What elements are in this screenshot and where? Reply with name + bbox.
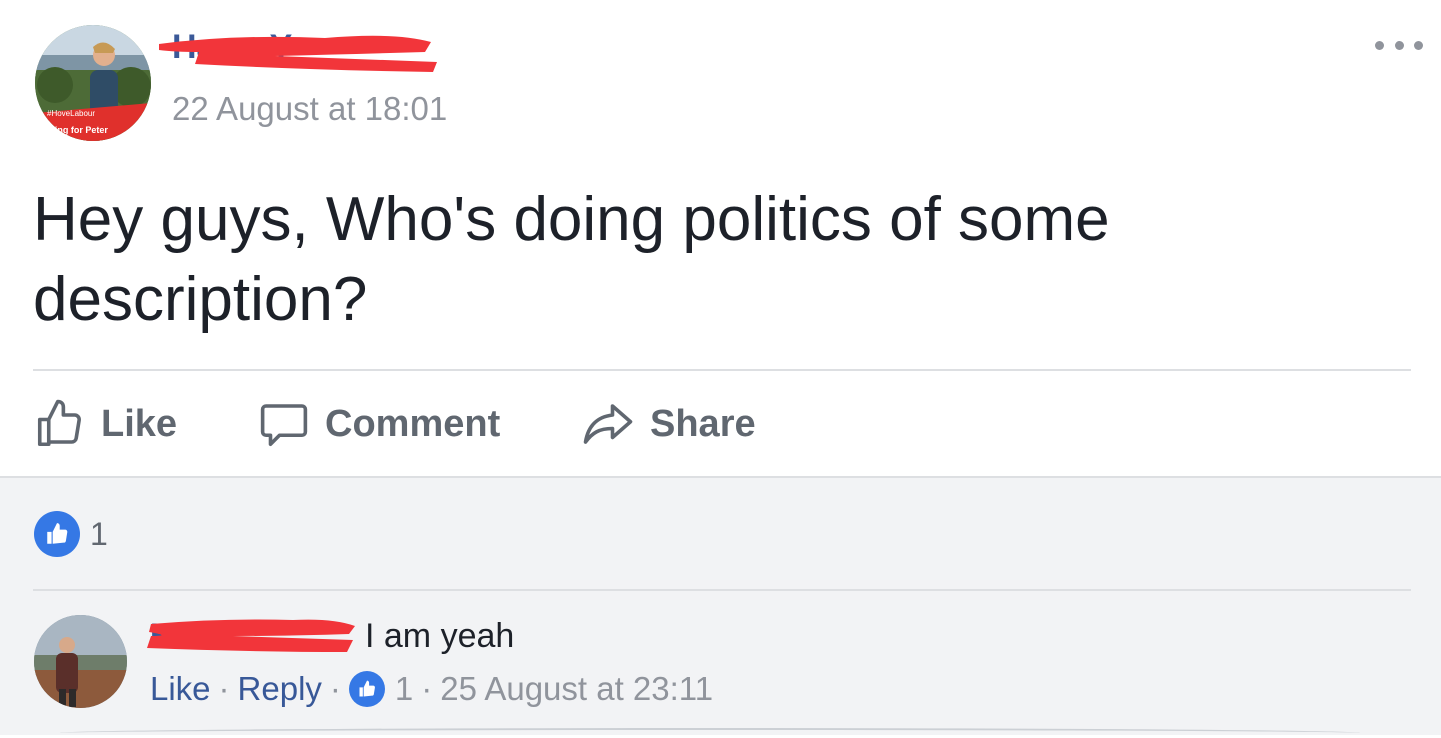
speech-bubble-icon — [260, 404, 308, 447]
post-text: Hey guys, Who's doing politics of some d… — [33, 185, 1110, 334]
separator-dot: · — [421, 670, 433, 707]
divider — [33, 369, 1411, 371]
thumbs-up-icon — [359, 680, 375, 697]
separator-dot: · — [329, 670, 341, 707]
share-button[interactable]: Share — [580, 392, 756, 456]
avatar-hashtag: #HoveLabour — [47, 109, 96, 118]
reaction-count: 1 — [90, 515, 108, 552]
thumbs-up-icon — [37, 399, 81, 447]
more-dot-icon — [1375, 40, 1384, 50]
comment-meta: Like · Reply · 1 · 25 August at 23:11 — [150, 670, 713, 708]
post-timestamp[interactable]: 22 August at 18:01 — [172, 90, 447, 128]
commenter-avatar-photo — [34, 615, 127, 708]
thumbs-up-icon — [47, 523, 68, 544]
redaction-mark — [159, 35, 437, 72]
like-reaction-icon — [34, 511, 80, 557]
comment-label: Comment — [325, 402, 501, 445]
comment-reply-link[interactable]: Reply — [238, 670, 322, 708]
comment-like-count: 1 — [394, 670, 414, 707]
share-label: Share — [650, 402, 756, 445]
comment-timestamp[interactable]: 25 August at 23:11 — [440, 670, 713, 708]
next-comment-edge — [60, 728, 1360, 738]
comment-button[interactable]: Comment — [257, 392, 500, 456]
author-avatar-photo — [35, 25, 151, 141]
reaction-summary[interactable]: 1 — [34, 511, 108, 557]
share-arrow-icon — [583, 404, 633, 444]
author-avatar[interactable]: #HoveLabour Voting for Peter — [35, 25, 151, 141]
commenter-avatar[interactable] — [34, 615, 127, 708]
more-dot-icon — [1414, 40, 1423, 50]
comment-like-link[interactable]: Like — [150, 670, 211, 708]
like-button[interactable]: Like — [33, 392, 177, 456]
comment-text: I am yeah — [365, 617, 515, 655]
more-dot-icon — [1394, 40, 1404, 50]
like-reaction-icon[interactable] — [348, 671, 385, 707]
avatar-banner-text: Voting for Peter — [41, 125, 108, 135]
separator-dot: · — [218, 670, 230, 707]
redaction-mark — [147, 619, 355, 652]
like-label: Like — [101, 402, 178, 445]
more-options-button[interactable] — [1375, 33, 1423, 57]
divider — [33, 589, 1411, 591]
